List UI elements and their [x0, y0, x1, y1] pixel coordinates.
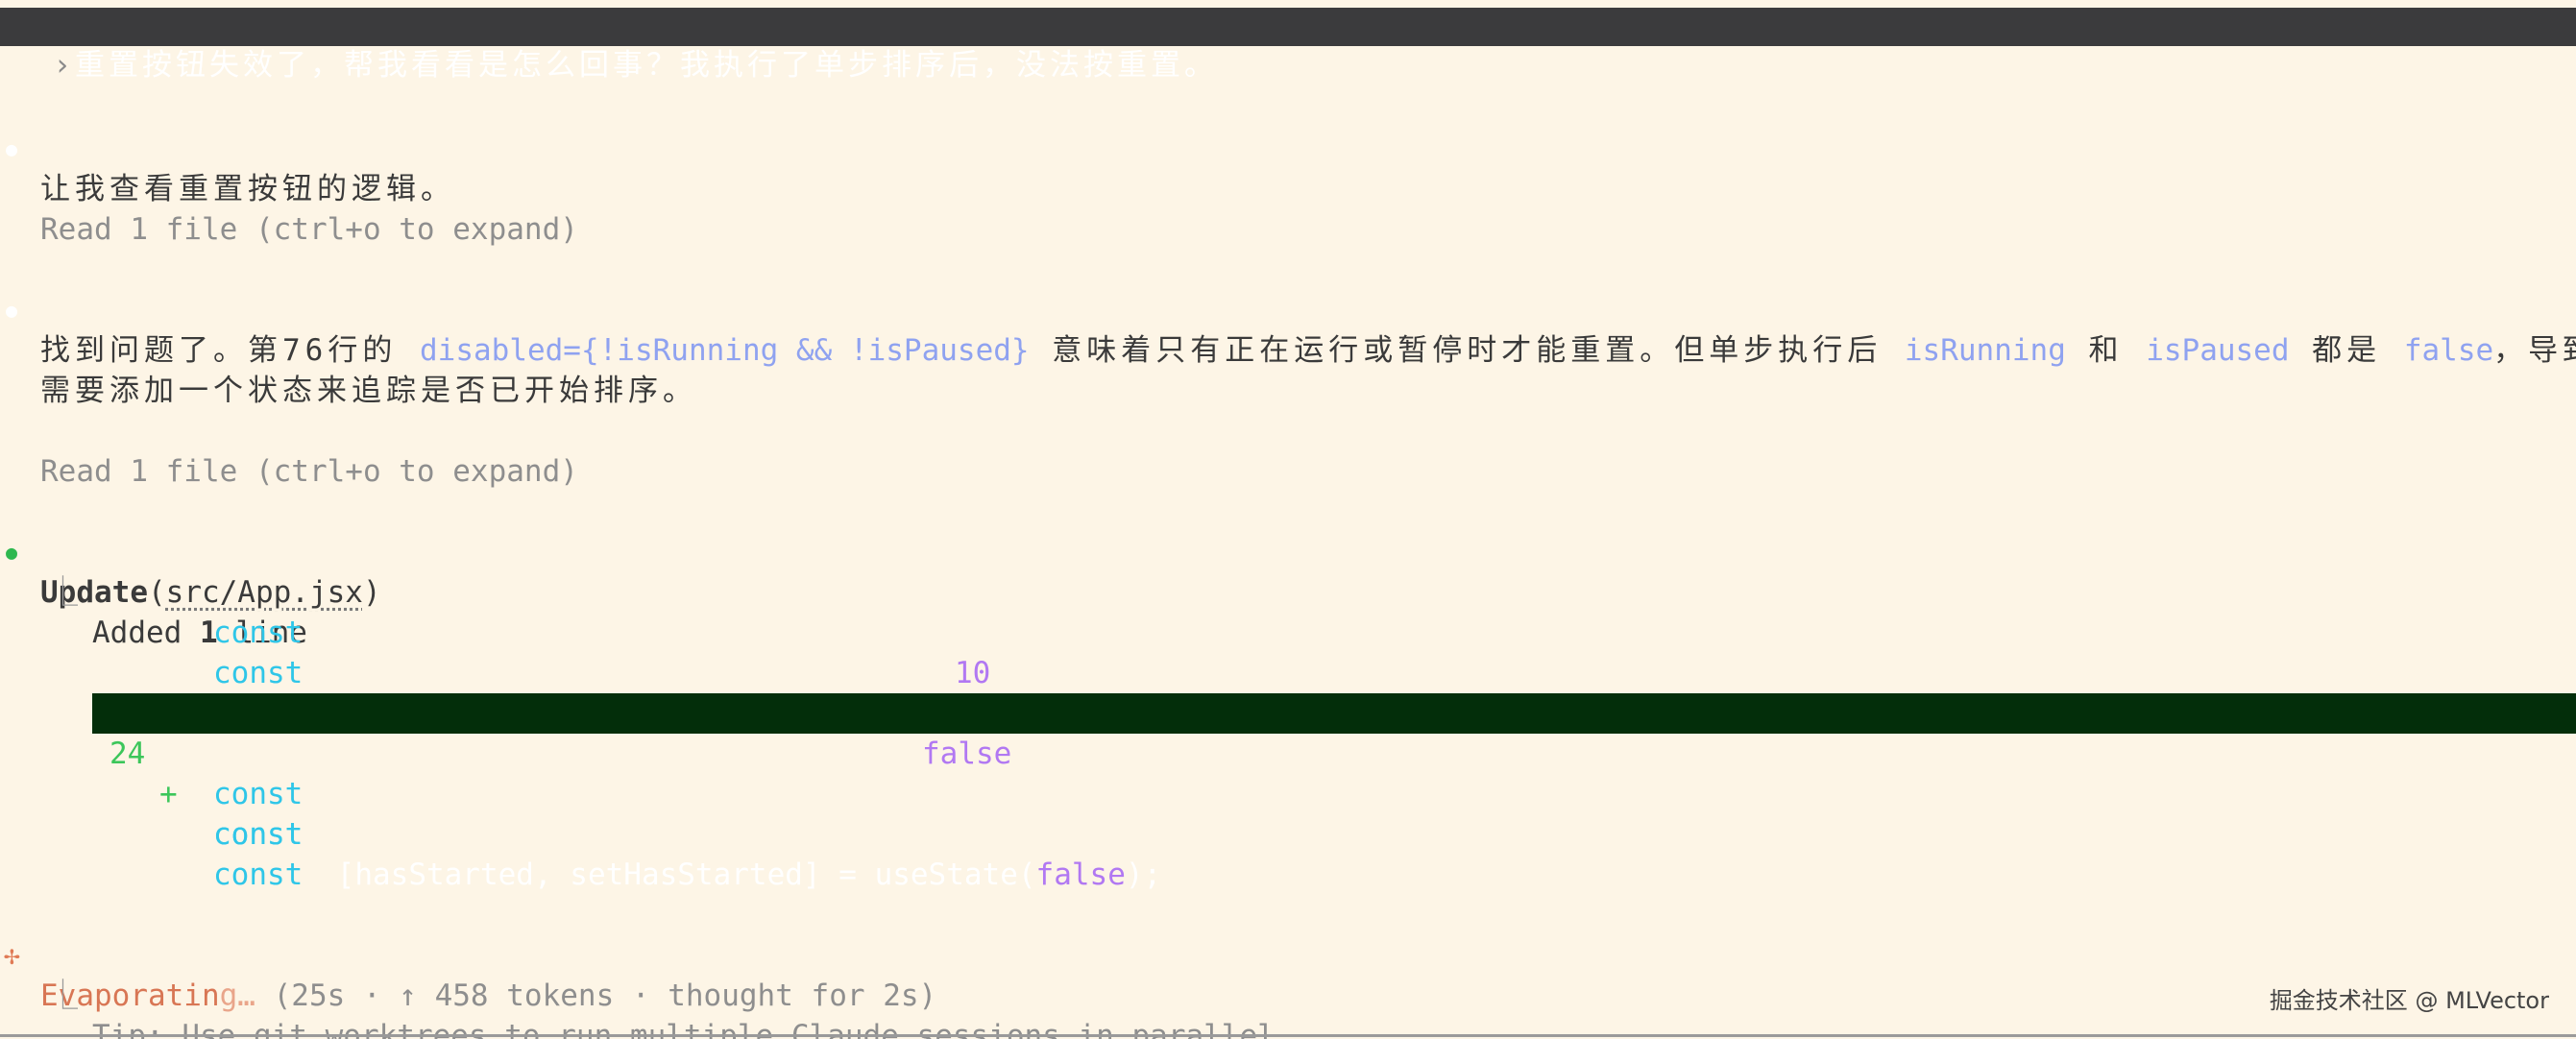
- diff-added-row: 24 + const [hasStarted, setHasStarted] =…: [92, 693, 2576, 892]
- message-bullet-icon: ●: [6, 299, 18, 322]
- tool-read-summary-1[interactable]: Read 1 file (ctrl+o to expand): [0, 169, 2576, 247]
- need-text: 需要添加一个状态来追踪是否已开始排序。: [40, 374, 697, 408]
- code-keyword: const: [213, 858, 304, 892]
- read-summary-text[interactable]: Read 1 file (ctrl+o to expand): [40, 451, 578, 492]
- read-summary-text[interactable]: Read 1 file (ctrl+o to expand): [40, 209, 578, 250]
- assistant-message-finding: ● 找到问题了。第76行的 disabled={!isRunning && !i…: [0, 250, 2576, 368]
- input-divider: [0, 1034, 2576, 1037]
- prompt-text: 重置按钮失效了，帮我看看是怎么回事？我执行了单步排序后，没法按重置。: [75, 48, 1218, 83]
- diff-context-row: const 10: [0, 572, 2576, 690]
- tool-read-summary-2[interactable]: Read 1 file (ctrl+o to expand): [0, 411, 2576, 489]
- tree-branch-icon: ⎿: [48, 979, 78, 1013]
- update-summary: ⎿ Added 1 line: [0, 532, 2576, 650]
- tool-update-header: ● Update(src/App.jsx): [0, 492, 2576, 610]
- assistant-message-intro: ● 让我查看重置按钮的逻辑。: [0, 88, 2576, 206]
- diff-context-row: const: [0, 734, 2576, 811]
- diff-context-row: const false: [0, 653, 2576, 771]
- message-bullet-icon: ●: [6, 137, 18, 160]
- diff-context-row: const: [0, 774, 2576, 852]
- tip-line: ⎿ Tip: Use git worktrees to run multiple…: [0, 935, 2576, 1039]
- added-code: [hasStarted, setHasStarted] = useState(f…: [319, 858, 1162, 892]
- watermark: 掘金技术社区 @ MLVector: [2269, 987, 2549, 1014]
- status-text: Evaporating… (25s · ↑ 458 tokens · thoug…: [40, 979, 937, 1013]
- assistant-message-need: 需要添加一个状态来追踪是否已开始排序。: [0, 330, 2576, 408]
- prompt-caret-icon: ›: [53, 48, 71, 83]
- diff-context-row: const false: [0, 613, 2576, 731]
- diff-context-row: const: [0, 814, 2576, 892]
- user-prompt-bar: › 重置按钮失效了，帮我看看是怎么回事？我执行了单步排序后，没法按重置。: [0, 8, 2576, 83]
- status-line: ✢ Evaporating… (25s · ↑ 458 tokens · tho…: [0, 895, 2576, 1013]
